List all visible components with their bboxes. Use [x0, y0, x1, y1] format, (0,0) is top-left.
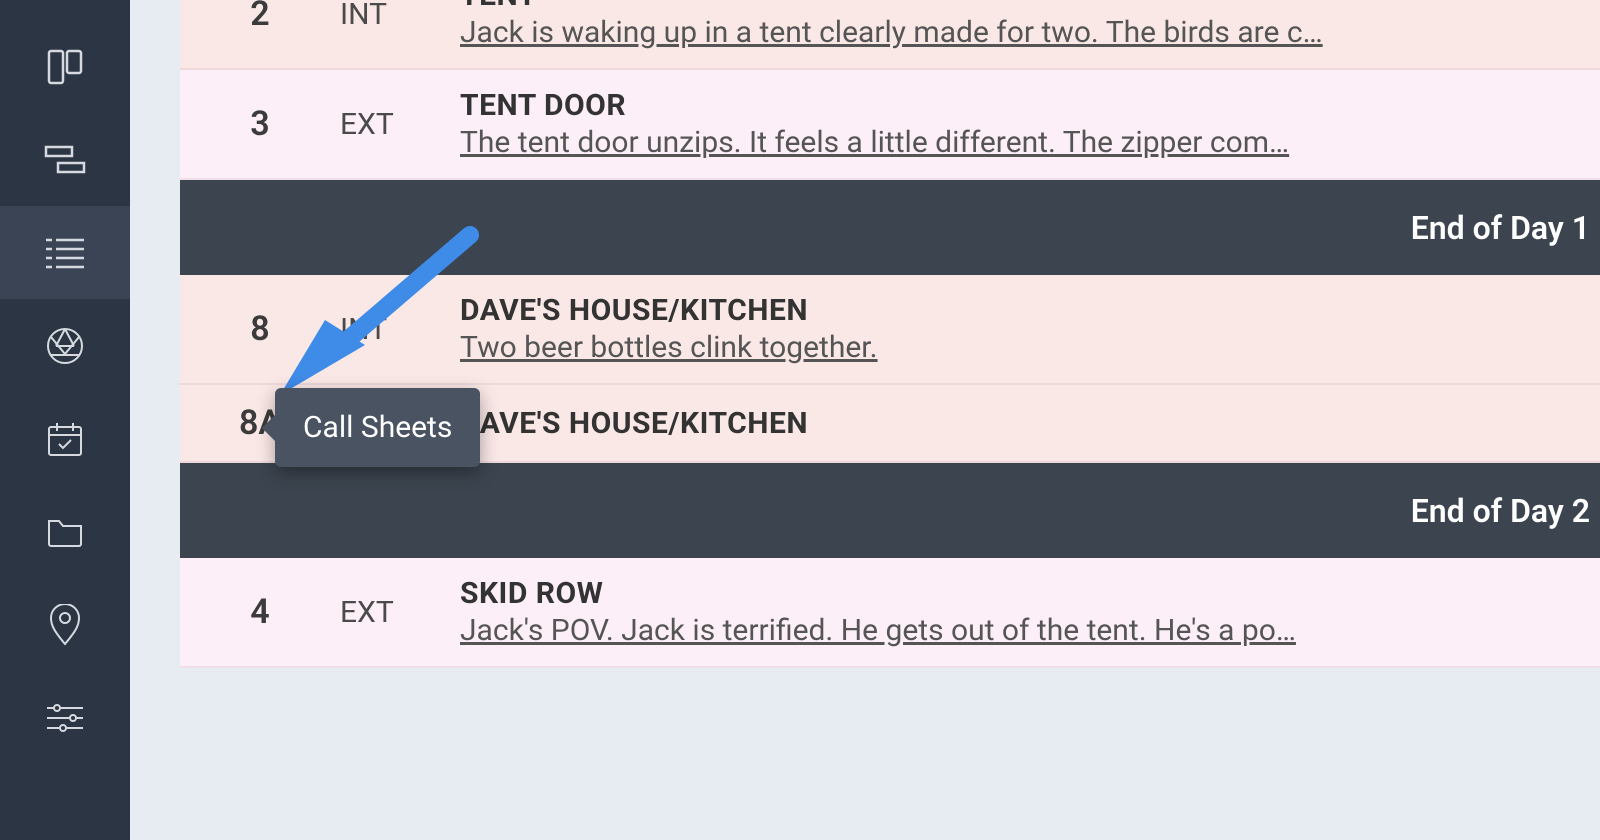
scene-number: 2 [180, 0, 340, 34]
scene-title: TENT [460, 0, 1600, 13]
pin-icon [49, 604, 81, 646]
scene-title: DAVE'S HOUSE/KITCHEN [460, 293, 1600, 328]
daybreak-bar: End of Day 2 [180, 463, 1600, 558]
scene-number: 8 [180, 309, 340, 349]
scene-text: TENT Jack is waking up in a tent clearly … [460, 0, 1600, 50]
scene-title: SKID ROW [460, 576, 1600, 611]
scene-title: TENT DOOR [460, 88, 1600, 123]
sliders-icon [45, 702, 85, 734]
sidebar-item-boards[interactable] [0, 20, 130, 113]
scene-type: EXT [340, 107, 460, 142]
sidebar-item-list[interactable] [0, 206, 130, 299]
sidebar-item-reports[interactable] [0, 299, 130, 392]
scene-type: INT [340, 0, 460, 32]
main-area: 2INTTENTJack is waking up in a tent clea… [130, 0, 1600, 840]
scene-description[interactable]: Jack is waking up in a tent clearly made… [460, 15, 1600, 50]
scene-row[interactable]: 4EXTSKID ROWJack's POV. Jack is terrifie… [180, 558, 1600, 668]
scene-list: 2INTTENTJack is waking up in a tent clea… [180, 0, 1600, 668]
boards-icon [44, 46, 86, 88]
daybreak-label: End of Day 2 [1411, 492, 1590, 530]
scene-description[interactable]: Jack's POV. Jack is terrified. He gets o… [460, 613, 1600, 648]
sidebar [0, 0, 130, 840]
aperture-icon [45, 326, 85, 366]
daybreak-label: End of Day 1 [1411, 209, 1590, 247]
scene-text: DAVE'S HOUSE/KITCHEN [460, 406, 1600, 441]
scene-description[interactable]: Two beer bottles clink together. [460, 330, 1600, 365]
sidebar-item-call-sheets[interactable] [0, 392, 130, 485]
list-icon [44, 236, 86, 270]
folder-icon [45, 515, 85, 549]
calendar-check-icon [45, 419, 85, 459]
tooltip-call-sheets: Call Sheets [275, 388, 480, 467]
scene-row[interactable]: 2INTTENT Jack is waking up in a tent clea… [180, 0, 1600, 70]
scene-text: DAVE'S HOUSE/KITCHENTwo beer bottles cli… [460, 293, 1600, 365]
scene-row[interactable]: 3EXTTENT DOORThe tent door unzips. It fe… [180, 70, 1600, 180]
sidebar-item-locations[interactable] [0, 578, 130, 671]
scene-number: 4 [180, 592, 340, 632]
sidebar-item-settings[interactable] [0, 671, 130, 764]
scene-text: SKID ROWJack's POV. Jack is terrified. H… [460, 576, 1600, 648]
scene-description[interactable]: The tent door unzips. It feels a little … [460, 125, 1600, 160]
scene-type: EXT [340, 595, 460, 630]
scene-type: INT [340, 312, 460, 347]
scene-number: 3 [180, 104, 340, 144]
strips-icon [44, 145, 86, 175]
tooltip-label: Call Sheets [303, 410, 452, 445]
scene-title: DAVE'S HOUSE/KITCHEN [460, 406, 1600, 441]
scene-row[interactable]: 8INTDAVE'S HOUSE/KITCHENTwo beer bottles… [180, 275, 1600, 385]
scene-text: TENT DOORThe tent door unzips. It feels … [460, 88, 1600, 160]
daybreak-bar: End of Day 1 [180, 180, 1600, 275]
sidebar-item-files[interactable] [0, 485, 130, 578]
sidebar-item-strips[interactable] [0, 113, 130, 206]
